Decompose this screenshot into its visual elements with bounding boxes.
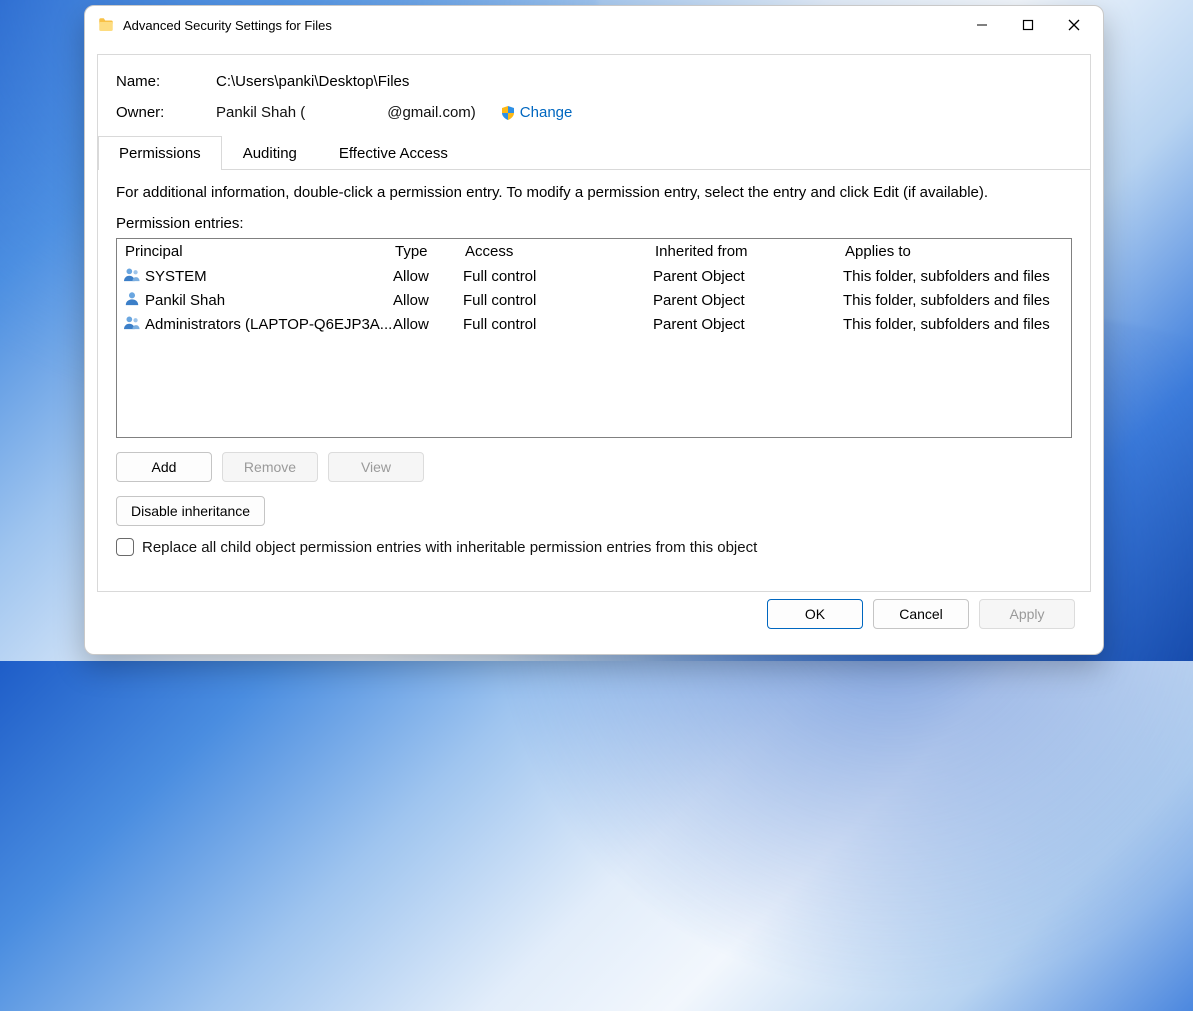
- principal-text: Administrators (LAPTOP-Q6EJP3A...: [145, 316, 392, 333]
- col-type[interactable]: Type: [393, 241, 463, 262]
- close-button[interactable]: [1051, 9, 1097, 41]
- window-title: Advanced Security Settings for Files: [123, 18, 332, 33]
- remove-button: Remove: [222, 452, 318, 482]
- ok-button[interactable]: OK: [767, 599, 863, 629]
- tab-strip: Permissions Auditing Effective Access: [98, 135, 1090, 170]
- grid-header: Principal Type Access Inherited from App…: [117, 239, 1071, 264]
- owner-label: Owner:: [116, 104, 216, 121]
- table-row[interactable]: Administrators (LAPTOP-Q6EJP3A...AllowFu…: [117, 312, 1071, 336]
- maximize-button[interactable]: [1005, 9, 1051, 41]
- col-inherited[interactable]: Inherited from: [653, 241, 843, 262]
- col-applies[interactable]: Applies to: [843, 241, 1065, 262]
- access-text: Full control: [463, 292, 653, 309]
- dialog-window: Advanced Security Settings for Files Nam…: [84, 5, 1104, 655]
- cancel-button[interactable]: Cancel: [873, 599, 969, 629]
- permission-grid[interactable]: Principal Type Access Inherited from App…: [116, 238, 1072, 438]
- replace-children-checkbox[interactable]: [116, 538, 134, 556]
- applies-text: This folder, subfolders and files: [843, 292, 1065, 309]
- tab-effective-access[interactable]: Effective Access: [318, 136, 469, 170]
- principal-icon: [123, 266, 141, 286]
- add-button[interactable]: Add: [116, 452, 212, 482]
- principal-text: SYSTEM: [145, 268, 207, 285]
- applies-text: This folder, subfolders and files: [843, 268, 1065, 285]
- change-owner-link[interactable]: Change: [520, 104, 573, 121]
- col-access[interactable]: Access: [463, 241, 653, 262]
- titlebar: Advanced Security Settings for Files: [85, 6, 1103, 44]
- permission-entries-label: Permission entries:: [116, 215, 1072, 232]
- inherited-text: Parent Object: [653, 268, 843, 285]
- table-row[interactable]: SYSTEM AllowFull controlParent ObjectThis…: [117, 264, 1071, 288]
- tab-auditing[interactable]: Auditing: [222, 136, 318, 170]
- table-row[interactable]: Pankil Shah AllowFull controlParent Objec…: [117, 288, 1071, 312]
- inherited-text: Parent Object: [653, 316, 843, 333]
- name-label: Name:: [116, 73, 216, 90]
- type-text: Allow: [393, 316, 463, 333]
- replace-children-label: Replace all child object permission entr…: [142, 539, 757, 556]
- access-text: Full control: [463, 268, 653, 285]
- inherited-text: Parent Object: [653, 292, 843, 309]
- tab-permissions[interactable]: Permissions: [98, 136, 222, 170]
- type-text: Allow: [393, 292, 463, 309]
- applies-text: This folder, subfolders and files: [843, 316, 1065, 333]
- access-text: Full control: [463, 316, 653, 333]
- minimize-button[interactable]: [959, 9, 1005, 41]
- name-value: C:\Users\panki\Desktop\Files: [216, 73, 409, 90]
- uac-shield-icon: [500, 105, 516, 121]
- type-text: Allow: [393, 268, 463, 285]
- view-button: View: [328, 452, 424, 482]
- dialog-footer: OK Cancel Apply: [97, 592, 1091, 642]
- col-principal[interactable]: Principal: [123, 241, 393, 262]
- folder-icon: [97, 16, 115, 34]
- info-text: For additional information, double-click…: [116, 184, 1072, 201]
- principal-text: Pankil Shah: [145, 292, 225, 309]
- principal-icon: [123, 314, 141, 334]
- disable-inheritance-button[interactable]: Disable inheritance: [116, 496, 265, 526]
- owner-email-suffix: @gmail.com): [387, 104, 476, 121]
- apply-button: Apply: [979, 599, 1075, 629]
- owner-name: Pankil Shah (: [216, 104, 305, 121]
- principal-icon: [123, 290, 141, 310]
